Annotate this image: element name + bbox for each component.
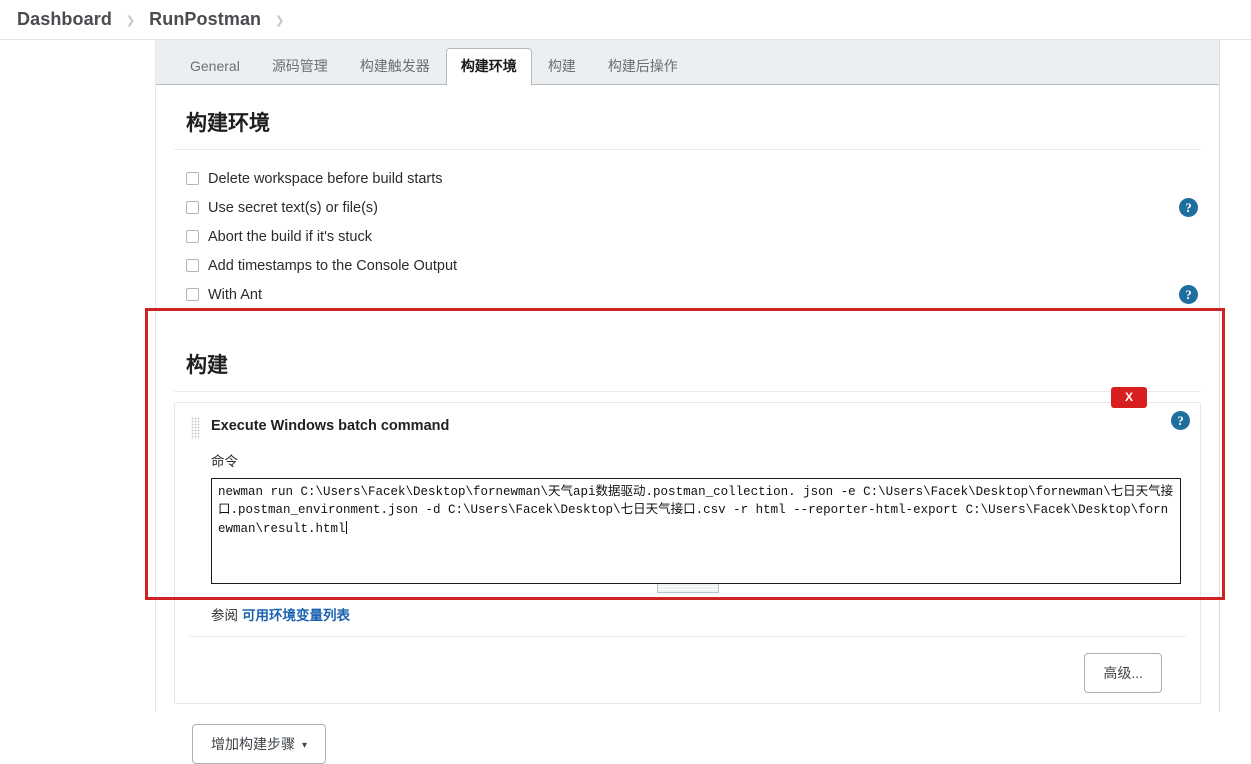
checkbox-add-timestamps[interactable]: [186, 259, 199, 272]
option-label: Add timestamps to the Console Output: [208, 257, 458, 274]
checkbox-delete-workspace[interactable]: [186, 172, 199, 185]
option-delete-workspace[interactable]: Delete workspace before build starts: [174, 164, 1201, 193]
build-environment-options: Delete workspace before build starts Use…: [174, 150, 1201, 315]
command-text: newman run C:\Users\Facek\Desktop\fornew…: [218, 484, 1174, 536]
option-label: Abort the build if it's stuck: [208, 228, 372, 245]
config-tabs: General 源码管理 构建触发器 构建环境 构建 构建后操作: [156, 40, 1219, 86]
breadcrumb-item-runpostman[interactable]: RunPostman: [149, 9, 261, 30]
tab-post-build-actions[interactable]: 构建后操作: [592, 59, 694, 85]
build-heading: 构建: [174, 333, 1201, 392]
builder-title: Execute Windows batch command: [211, 418, 450, 434]
option-with-ant[interactable]: With Ant ?: [174, 280, 1201, 309]
advanced-button[interactable]: 高级...: [1084, 652, 1162, 693]
builder-execute-windows-batch: Execute Windows batch command X ? 命令 new…: [174, 387, 1201, 704]
option-label: With Ant: [208, 286, 262, 303]
option-label: Use secret text(s) or file(s): [208, 199, 378, 216]
panel-body: 构建环境 Delete workspace before build start…: [156, 85, 1219, 764]
text-caret: [345, 520, 347, 534]
checkbox-with-ant[interactable]: [186, 288, 199, 301]
see-also-prefix: 参阅: [211, 607, 238, 623]
drag-handle-icon[interactable]: [191, 417, 200, 439]
command-field-label: 命令: [211, 453, 238, 469]
add-build-step-row: 增加构建步骤 ▾: [174, 704, 1201, 764]
textarea-resize-handle[interactable]: [656, 583, 719, 593]
build-environment-heading: 构建环境: [174, 85, 1201, 150]
tab-general[interactable]: General: [174, 59, 256, 85]
help-icon[interactable]: ?: [1179, 198, 1198, 217]
delete-builder-button[interactable]: X: [1111, 387, 1147, 408]
config-panel: General 源码管理 构建触发器 构建环境 构建 构建后操作 构建环境 De…: [155, 40, 1220, 764]
breadcrumb-item-dashboard[interactable]: Dashboard: [17, 9, 112, 30]
tab-build-environment[interactable]: 构建环境: [445, 48, 532, 86]
add-build-step-button[interactable]: 增加构建步骤 ▾: [192, 723, 327, 764]
option-abort-if-stuck[interactable]: Abort the build if it's stuck: [174, 222, 1201, 251]
advanced-row: 高级...: [189, 637, 1186, 693]
add-build-step-label: 增加构建步骤: [211, 735, 295, 752]
command-field-wrapper: newman run C:\Users\Facek\Desktop\fornew…: [189, 477, 1186, 593]
checkbox-use-secret-text[interactable]: [186, 201, 199, 214]
see-also-row: 参阅 可用环境变量列表: [189, 604, 1186, 637]
option-add-timestamps[interactable]: Add timestamps to the Console Output: [174, 251, 1201, 280]
help-icon[interactable]: ?: [1179, 285, 1198, 304]
checkbox-abort-if-stuck[interactable]: [186, 230, 199, 243]
breadcrumb-separator-icon-2: ❯: [275, 15, 285, 27]
tab-scm[interactable]: 源码管理: [256, 59, 344, 85]
tab-build-triggers[interactable]: 构建触发器: [344, 59, 446, 85]
command-input[interactable]: newman run C:\Users\Facek\Desktop\fornew…: [211, 477, 1181, 584]
breadcrumb: Dashboard ❯ RunPostman ❯: [0, 0, 1251, 40]
option-use-secret-text[interactable]: Use secret text(s) or file(s) ?: [174, 193, 1201, 222]
chevron-down-icon: ▾: [302, 739, 308, 751]
help-icon[interactable]: ?: [1171, 411, 1190, 430]
available-env-vars-link[interactable]: 可用环境变量列表: [242, 608, 350, 623]
option-label: Delete workspace before build starts: [208, 170, 443, 187]
build-section: 构建 Execute Windows batch command X ? 命令 …: [174, 333, 1201, 764]
breadcrumb-separator-icon: ❯: [125, 15, 136, 27]
tab-build[interactable]: 构建: [532, 59, 592, 85]
